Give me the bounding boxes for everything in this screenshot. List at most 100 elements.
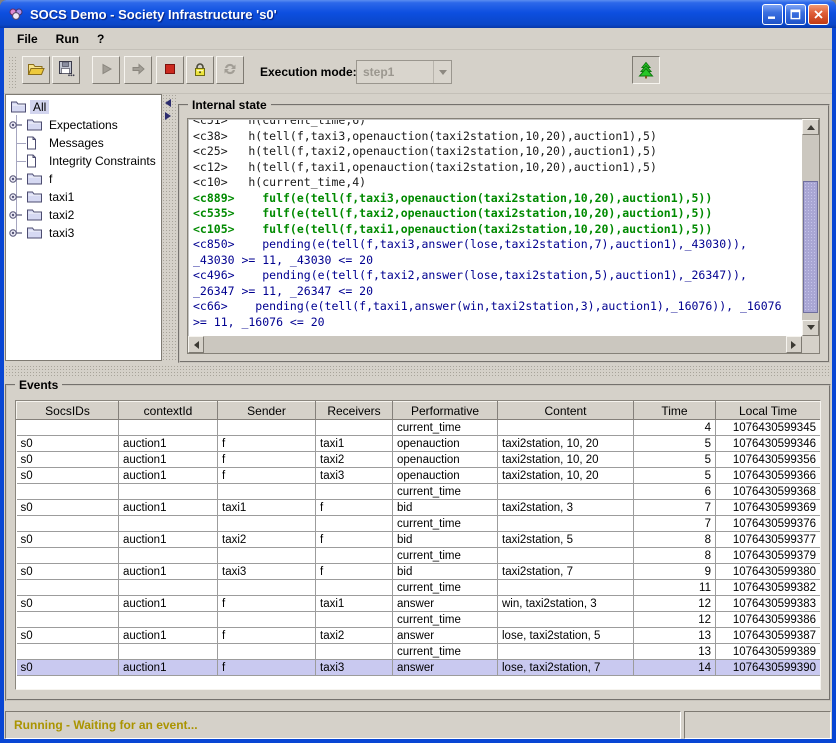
expand-handle-icon[interactable] bbox=[8, 119, 23, 131]
expand-handle-icon[interactable] bbox=[8, 209, 23, 221]
table-cell[interactable]: 1076430599390 bbox=[716, 660, 821, 676]
table-cell[interactable] bbox=[218, 612, 316, 628]
vertical-scrollbar[interactable] bbox=[802, 119, 819, 336]
table-cell[interactable]: answer bbox=[393, 660, 498, 676]
scroll-right-button[interactable] bbox=[786, 336, 802, 353]
table-cell[interactable]: bid bbox=[393, 500, 498, 516]
lock-button[interactable] bbox=[186, 56, 214, 84]
table-cell[interactable]: 1076430599377 bbox=[716, 532, 821, 548]
table-cell[interactable]: f bbox=[218, 628, 316, 644]
table-cell[interactable]: s0 bbox=[17, 564, 119, 580]
table-cell[interactable]: f bbox=[218, 468, 316, 484]
collapse-left-icon[interactable] bbox=[165, 99, 171, 107]
table-cell[interactable] bbox=[498, 612, 634, 628]
table-cell[interactable]: f bbox=[316, 564, 393, 580]
society-tree[interactable]: AllExpectationsMessagesIntegrity Constra… bbox=[5, 94, 162, 361]
table-cell[interactable]: 1076430599379 bbox=[716, 548, 821, 564]
table-cell[interactable]: 1076430599389 bbox=[716, 644, 821, 660]
table-cell[interactable]: taxi2station, 10, 20 bbox=[498, 468, 634, 484]
table-row[interactable]: s0auction1ftaxi2openauctiontaxi2station,… bbox=[17, 452, 821, 468]
menu-file[interactable]: File bbox=[8, 30, 47, 48]
table-cell[interactable]: auction1 bbox=[119, 468, 218, 484]
table-row[interactable]: current_time71076430599376 bbox=[17, 516, 821, 532]
close-button[interactable] bbox=[808, 4, 829, 25]
table-row[interactable]: s0auction1ftaxi1openauctiontaxi2station,… bbox=[17, 436, 821, 452]
table-cell[interactable]: auction1 bbox=[119, 596, 218, 612]
table-cell[interactable]: 6 bbox=[634, 484, 716, 500]
toolbar-grip[interactable] bbox=[8, 56, 18, 88]
table-cell[interactable] bbox=[119, 548, 218, 564]
table-cell[interactable]: auction1 bbox=[119, 500, 218, 516]
table-cell[interactable]: current_time bbox=[393, 484, 498, 500]
table-cell[interactable]: taxi2station, 7 bbox=[498, 564, 634, 580]
refresh-button[interactable] bbox=[216, 56, 244, 84]
table-cell[interactable] bbox=[218, 484, 316, 500]
table-cell[interactable]: taxi2station, 10, 20 bbox=[498, 452, 634, 468]
table-row[interactable]: current_time61076430599368 bbox=[17, 484, 821, 500]
table-cell[interactable]: taxi2 bbox=[316, 452, 393, 468]
table-cell[interactable]: 14 bbox=[634, 660, 716, 676]
table-cell[interactable]: 7 bbox=[634, 500, 716, 516]
expand-handle-icon[interactable] bbox=[8, 191, 23, 203]
table-cell[interactable]: current_time bbox=[393, 548, 498, 564]
events-table-scrollpane[interactable]: SocsIDscontextIdSenderReceiversPerformat… bbox=[15, 400, 821, 690]
tree-item-integrity-constraints[interactable]: Integrity Constraints bbox=[6, 152, 161, 170]
table-cell[interactable] bbox=[218, 548, 316, 564]
column-header-sender[interactable]: Sender bbox=[218, 402, 316, 420]
table-cell[interactable]: taxi2 bbox=[316, 628, 393, 644]
table-row[interactable]: current_time 121076430599386 bbox=[17, 612, 821, 628]
split-divider-vertical[interactable] bbox=[162, 94, 176, 361]
table-cell[interactable] bbox=[316, 548, 393, 564]
table-cell[interactable] bbox=[17, 420, 119, 436]
minimize-button[interactable] bbox=[762, 4, 783, 25]
table-cell[interactable]: f bbox=[218, 596, 316, 612]
table-cell[interactable]: 8 bbox=[634, 532, 716, 548]
table-cell[interactable]: taxi3 bbox=[316, 468, 393, 484]
table-cell[interactable]: current_time bbox=[393, 580, 498, 596]
expand-handle-icon[interactable] bbox=[8, 173, 23, 185]
tree-item-all[interactable]: All bbox=[6, 98, 161, 116]
table-row[interactable]: s0auction1taxi3fbidtaxi2station, 7910764… bbox=[17, 564, 821, 580]
table-cell[interactable] bbox=[17, 484, 119, 500]
table-cell[interactable]: answer bbox=[393, 628, 498, 644]
table-cell[interactable]: current_time bbox=[393, 516, 498, 532]
step-button[interactable] bbox=[124, 56, 152, 84]
open-button[interactable] bbox=[22, 56, 50, 84]
table-cell[interactable]: 1076430599383 bbox=[716, 596, 821, 612]
execution-mode-select[interactable]: step1 bbox=[356, 60, 452, 84]
table-row[interactable]: current_time111076430599382 bbox=[17, 580, 821, 596]
table-cell[interactable]: s0 bbox=[17, 660, 119, 676]
table-cell[interactable]: 1076430599386 bbox=[716, 612, 821, 628]
horizontal-scrollbar[interactable] bbox=[188, 336, 802, 353]
menu-help[interactable]: ? bbox=[88, 30, 113, 48]
table-cell[interactable]: auction1 bbox=[119, 532, 218, 548]
tree-item-taxi3[interactable]: taxi3 bbox=[6, 224, 161, 242]
table-cell[interactable]: auction1 bbox=[119, 452, 218, 468]
table-cell[interactable]: taxi3 bbox=[218, 564, 316, 580]
table-cell[interactable] bbox=[316, 644, 393, 660]
table-cell[interactable]: current_time bbox=[393, 612, 498, 628]
table-cell[interactable]: 11 bbox=[634, 580, 716, 596]
table-row[interactable]: s0auction1ftaxi3answerlose, taxi2station… bbox=[17, 660, 821, 676]
table-cell[interactable]: current_time bbox=[393, 644, 498, 660]
column-header-content[interactable]: Content bbox=[498, 402, 634, 420]
table-cell[interactable]: openauction bbox=[393, 468, 498, 484]
table-cell[interactable] bbox=[119, 612, 218, 628]
tree-item-f[interactable]: f bbox=[6, 170, 161, 188]
table-cell[interactable]: 5 bbox=[634, 468, 716, 484]
table-cell[interactable]: s0 bbox=[17, 500, 119, 516]
tree-item-taxi1[interactable]: taxi1 bbox=[6, 188, 161, 206]
table-row[interactable]: s0auction1ftaxi1answerwin, taxi2station,… bbox=[17, 596, 821, 612]
table-cell[interactable]: taxi1 bbox=[218, 500, 316, 516]
column-header-local-time[interactable]: Local Time bbox=[716, 402, 821, 420]
stop-button[interactable] bbox=[156, 56, 184, 84]
save-button[interactable] bbox=[52, 56, 80, 84]
table-cell[interactable]: 1076430599356 bbox=[716, 452, 821, 468]
table-row[interactable]: s0auction1taxi2fbidtaxi2station, 5810764… bbox=[17, 532, 821, 548]
column-header-receivers[interactable]: Receivers bbox=[316, 402, 393, 420]
table-cell[interactable]: f bbox=[316, 500, 393, 516]
table-cell[interactable] bbox=[316, 612, 393, 628]
table-cell[interactable] bbox=[498, 420, 634, 436]
table-cell[interactable]: 12 bbox=[634, 612, 716, 628]
table-cell[interactable]: f bbox=[218, 660, 316, 676]
